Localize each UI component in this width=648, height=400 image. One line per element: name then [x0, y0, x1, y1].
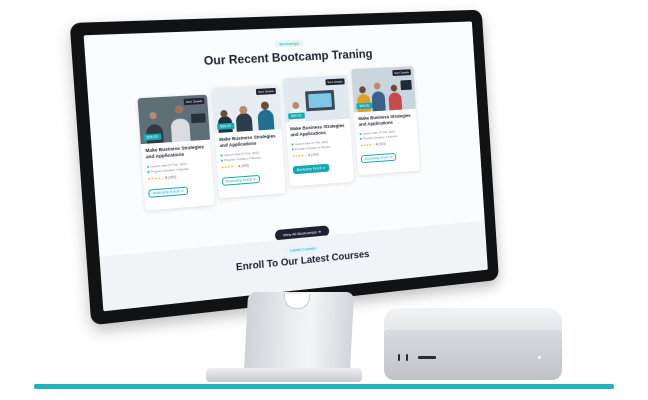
monitor: Bootcamps Our Recent Bootcamp Traning Se…	[70, 10, 499, 326]
monitor-stand-base	[206, 368, 362, 382]
bootcamp-card[interactable]: Sent Details $99.00 Make Business Strate…	[351, 66, 420, 175]
star-rating-icon: ★★★★☆	[360, 143, 375, 148]
card-title: Make Business Strategies and Application…	[145, 144, 208, 161]
section-tag: Bootcamps	[274, 39, 304, 47]
star-rating-icon: ★★★★☆	[292, 153, 307, 158]
card-badge: Sent Details	[256, 88, 276, 95]
card-badge: Sent Details	[325, 78, 345, 85]
power-led-icon	[538, 356, 541, 359]
card-badge: Sent Details	[392, 69, 411, 76]
card-title: Make Business Strategies and Application…	[290, 123, 348, 139]
bootcamp-card[interactable]: Sent Details $99.00 Make Business Strate…	[137, 95, 214, 211]
floor-accent-line	[34, 384, 614, 389]
star-rating-icon: ★★★★☆	[221, 164, 237, 169]
enroll-button[interactable]: Bootcamp Enroll ➔	[293, 164, 330, 175]
card-image: Sent Details $99.00	[351, 66, 416, 112]
card-image: Sent Details $99.00	[137, 95, 210, 145]
sd-card-slot-icon	[418, 356, 436, 359]
enroll-button[interactable]: Bootcamp Enroll ➔	[148, 187, 188, 198]
card-badge: Sent Details	[183, 98, 204, 105]
usb-port-icon	[406, 354, 408, 361]
card-rating: ★★★★☆4(365)	[292, 152, 319, 158]
star-rating-icon: ★★★★☆	[147, 176, 164, 181]
section-tag-latest: Latest Courses	[285, 244, 321, 254]
card-rating: ★★★★☆4(365)	[360, 142, 386, 148]
bootcamp-card[interactable]: Sent Details $99.00 Make Business Strate…	[283, 75, 354, 186]
card-image: Sent Details $99.00	[283, 75, 350, 122]
card-price: $99.00	[356, 103, 372, 110]
card-price: $99.00	[143, 133, 161, 140]
website-screen: Bootcamps Our Recent Bootcamp Traning Se…	[84, 21, 488, 311]
usb-port-icon	[398, 354, 400, 361]
bootcamp-card[interactable]: Sent Details $99.00 Make Business Strate…	[212, 85, 286, 199]
card-rating: ★★★★☆4(365)	[221, 163, 249, 169]
card-title: Make Business Strategies and Application…	[358, 113, 414, 128]
card-price: $99.00	[217, 123, 234, 130]
mini-computer	[384, 330, 562, 380]
card-rating: ★★★★☆4(365)	[147, 175, 176, 181]
enroll-button[interactable]: Bootcamp Enroll ➔	[222, 175, 260, 186]
bootcamp-card-list: Sent Details $99.00 Make Business Strate…	[137, 83, 436, 215]
card-price: $99.00	[288, 112, 305, 119]
enroll-button[interactable]: Bootcamp Enroll ➔	[361, 153, 396, 163]
product-mockup-scene: Bootcamps Our Recent Bootcamp Traning Se…	[0, 0, 648, 400]
card-title: Make Business Strategies and Application…	[219, 133, 279, 149]
card-image: Sent Details $99.00	[212, 85, 282, 133]
